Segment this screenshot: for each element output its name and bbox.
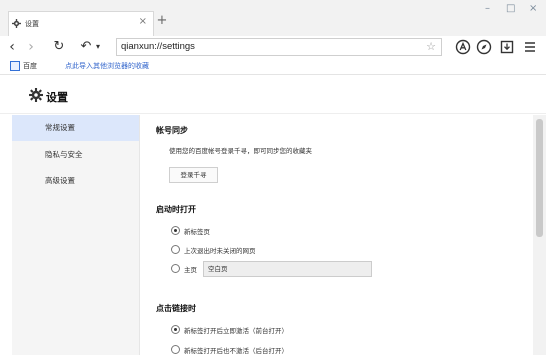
homepage-field[interactable]: 空白页 bbox=[203, 261, 372, 277]
close-window-button[interactable]: × bbox=[529, 3, 537, 15]
settings-content: 帐号同步 使用您的百度帐号登录千寻，即可同步您的收藏夹 登录千寻 启动时打开 新… bbox=[139, 115, 533, 355]
sync-description: 使用您的百度帐号登录千寻，即可同步您的收藏夹 bbox=[169, 147, 312, 155]
address-url: qianxun://settings bbox=[121, 41, 195, 52]
reload-button[interactable]: ↻ bbox=[52, 39, 66, 55]
sidebar-item-advanced[interactable]: 高级设置 bbox=[12, 168, 139, 194]
radio-label: 新标签打开后也不激活（后台打开） bbox=[184, 347, 288, 355]
undo-menu-dropdown[interactable]: ▾ bbox=[93, 39, 103, 55]
bookmark-baidu[interactable]: 百度 bbox=[23, 61, 37, 71]
settings-header: 设置 bbox=[0, 76, 546, 114]
radio-button[interactable] bbox=[171, 345, 180, 354]
radio-label: 新标签页 bbox=[184, 228, 210, 236]
settings-sidebar: 常规设置 隐私与安全 高级设置 bbox=[12, 115, 139, 355]
gear-icon bbox=[29, 88, 43, 102]
radio-button[interactable] bbox=[171, 264, 180, 273]
sidebar-item-privacy[interactable]: 隐私与安全 bbox=[12, 142, 139, 168]
login-button[interactable]: 登录千寻 bbox=[169, 167, 218, 183]
section-title-sync: 帐号同步 bbox=[156, 126, 188, 135]
forward-button[interactable]: › bbox=[25, 39, 37, 55]
tab-title: 设置 bbox=[25, 20, 39, 28]
gear-icon bbox=[12, 19, 21, 28]
baidu-bookmark-icon bbox=[10, 61, 20, 71]
scrollbar[interactable] bbox=[533, 115, 546, 355]
tab-strip: 设置 × + – □ × bbox=[0, 0, 546, 36]
minimize-button[interactable]: – bbox=[485, 3, 490, 15]
import-bookmarks-link[interactable]: 点此导入其他浏览器的收藏 bbox=[65, 61, 149, 71]
section-title-startup: 启动时打开 bbox=[156, 205, 196, 214]
download-box-icon[interactable] bbox=[499, 39, 515, 55]
tab-close-button[interactable]: × bbox=[139, 17, 147, 27]
radio-button[interactable] bbox=[171, 226, 180, 235]
maximize-button[interactable]: □ bbox=[506, 3, 515, 15]
section-title-links: 点击链接时 bbox=[156, 304, 196, 313]
radio-button[interactable] bbox=[171, 325, 180, 334]
bookmarks-bar: 百度 点此导入其他浏览器的收藏 bbox=[0, 58, 546, 75]
radio-label: 上次退出时未关闭的网页 bbox=[184, 247, 256, 255]
scrollbar-thumb[interactable] bbox=[536, 119, 543, 237]
menu-icon[interactable] bbox=[522, 39, 538, 55]
compass-icon[interactable] bbox=[476, 39, 492, 55]
bookmark-star-icon[interactable]: ☆ bbox=[426, 40, 436, 53]
address-bar[interactable]: qianxun://settings ☆ bbox=[116, 38, 442, 56]
back-button[interactable]: ‹ bbox=[6, 39, 18, 55]
a-circle-icon[interactable] bbox=[455, 39, 471, 55]
radio-button[interactable] bbox=[171, 245, 180, 254]
radio-label: 新标签打开后立即激活（前台打开） bbox=[184, 327, 288, 335]
navigation-bar: ‹ › ↻ ↶ ▾ qianxun://settings ☆ bbox=[0, 36, 546, 58]
undo-close-button[interactable]: ↶ bbox=[79, 39, 93, 55]
new-tab-button[interactable]: + bbox=[155, 11, 169, 31]
sidebar-item-general[interactable]: 常规设置 bbox=[12, 115, 139, 141]
tab-settings[interactable]: 设置 × bbox=[8, 11, 154, 36]
radio-label: 主页 bbox=[184, 266, 197, 274]
page-title: 设置 bbox=[46, 91, 68, 104]
